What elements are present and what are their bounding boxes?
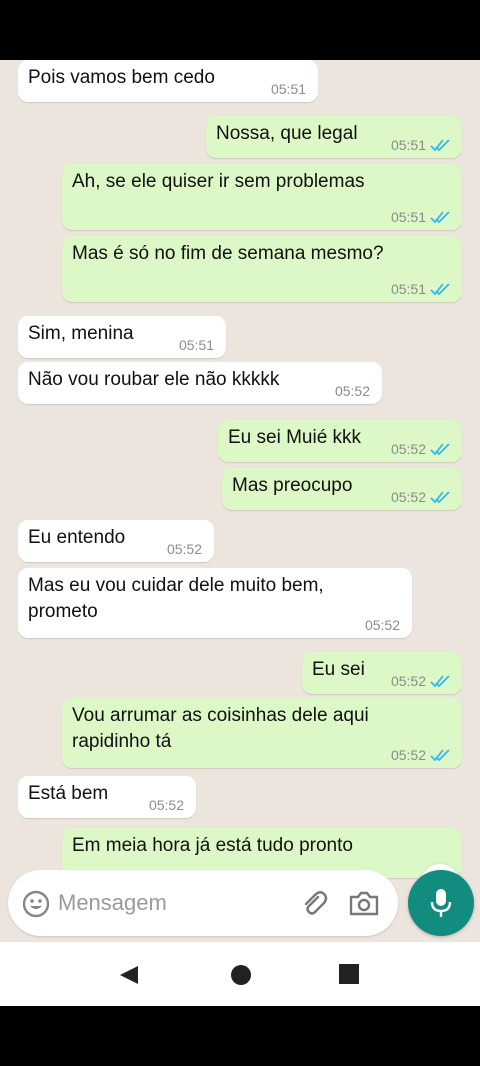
double-check-icon bbox=[430, 211, 450, 224]
message-time: 05:51 bbox=[390, 209, 426, 225]
message-input[interactable]: Mensagem bbox=[8, 870, 398, 936]
message-meta: 05:52 bbox=[149, 797, 184, 813]
message-time: 05:51 bbox=[270, 81, 306, 97]
message-time: 05:52 bbox=[390, 489, 426, 505]
message-meta: 05:51 bbox=[271, 81, 306, 97]
message-text: Mas eu vou cuidar dele muito bem, promet… bbox=[28, 575, 324, 622]
double-check-icon bbox=[430, 443, 450, 456]
message-text: Mas é só no fim de semana mesmo? bbox=[72, 243, 384, 264]
incoming-message[interactable]: Não vou roubar ele não kkkkk 05:52 bbox=[18, 362, 382, 404]
message-time: 05:52 bbox=[334, 383, 370, 399]
navigation-bar bbox=[0, 942, 480, 1006]
message-meta: 05:52 bbox=[167, 541, 202, 557]
message-meta: 05:52 bbox=[335, 383, 370, 399]
outgoing-message[interactable]: Mas preocupo 05:52 bbox=[222, 468, 462, 510]
message-meta: 05:52 bbox=[391, 673, 452, 689]
outgoing-message[interactable]: Eu sei Muié kkk 05:52 bbox=[218, 420, 462, 462]
message-meta: 05:52 bbox=[365, 617, 400, 633]
message-time: 05:51 bbox=[178, 337, 214, 353]
paperclip-icon[interactable] bbox=[298, 888, 328, 918]
bottom-bezel bbox=[0, 1006, 480, 1066]
camera-icon[interactable] bbox=[348, 888, 380, 918]
outgoing-message[interactable]: Ah, se ele quiser ir sem problemas 05:51 bbox=[62, 164, 462, 230]
message-meta: 05:52 bbox=[391, 747, 452, 763]
incoming-message[interactable]: Eu entendo 05:52 bbox=[18, 520, 214, 562]
message-time: 05:52 bbox=[390, 441, 426, 457]
mic-icon bbox=[430, 889, 452, 917]
double-check-icon bbox=[430, 283, 450, 296]
message-time: 05:52 bbox=[148, 797, 184, 813]
message-text: Não vou roubar ele não kkkkk bbox=[28, 369, 280, 390]
message-time: 05:52 bbox=[390, 747, 426, 763]
nav-back-icon[interactable] bbox=[118, 964, 140, 986]
incoming-message[interactable]: Mas eu vou cuidar dele muito bem, promet… bbox=[18, 568, 412, 638]
emoji-icon[interactable] bbox=[22, 890, 50, 918]
compose-area: Mensagem bbox=[0, 866, 480, 942]
message-time: 05:52 bbox=[364, 617, 400, 633]
outgoing-message[interactable]: Vou arrumar as coisinhas dele aqui rapid… bbox=[62, 698, 462, 768]
outgoing-message[interactable]: Mas é só no fim de semana mesmo? 05:51 bbox=[62, 236, 462, 302]
double-check-icon bbox=[430, 675, 450, 688]
message-meta: 05:51 bbox=[391, 209, 452, 225]
message-time: 05:52 bbox=[390, 673, 426, 689]
message-meta: 05:52 bbox=[391, 441, 452, 457]
status-bar bbox=[0, 0, 480, 60]
message-text: Pois vamos bem cedo bbox=[28, 67, 215, 88]
message-meta: 05:51 bbox=[391, 281, 452, 297]
incoming-message[interactable]: Está bem 05:52 bbox=[18, 776, 196, 818]
message-meta: 05:51 bbox=[391, 137, 452, 153]
incoming-message[interactable]: Sim, menina 05:51 bbox=[18, 316, 226, 358]
nav-home-icon[interactable] bbox=[230, 964, 252, 986]
message-input-placeholder: Mensagem bbox=[58, 890, 167, 915]
chat-area[interactable]: Pois vamos bem cedo 05:51 Nossa, que legal… bbox=[0, 60, 480, 942]
mic-button[interactable] bbox=[408, 870, 474, 936]
incoming-message[interactable]: Pois vamos bem cedo 05:51 bbox=[18, 60, 318, 102]
message-text: Ah, se ele quiser ir sem problemas bbox=[72, 171, 365, 192]
message-meta: 05:51 bbox=[179, 337, 214, 353]
nav-recent-icon[interactable] bbox=[339, 964, 359, 984]
message-text: Em meia hora já está tudo pronto bbox=[72, 835, 353, 856]
message-meta: 05:52 bbox=[391, 489, 452, 505]
message-time: 05:52 bbox=[166, 541, 202, 557]
outgoing-message[interactable]: Eu sei 05:52 bbox=[302, 652, 462, 694]
message-time: 05:51 bbox=[390, 137, 426, 153]
message-time: 05:51 bbox=[390, 281, 426, 297]
double-check-icon bbox=[430, 491, 450, 504]
double-check-icon bbox=[430, 749, 450, 762]
outgoing-message[interactable]: Nossa, que legal 05:51 bbox=[206, 116, 462, 158]
double-check-icon bbox=[430, 139, 450, 152]
